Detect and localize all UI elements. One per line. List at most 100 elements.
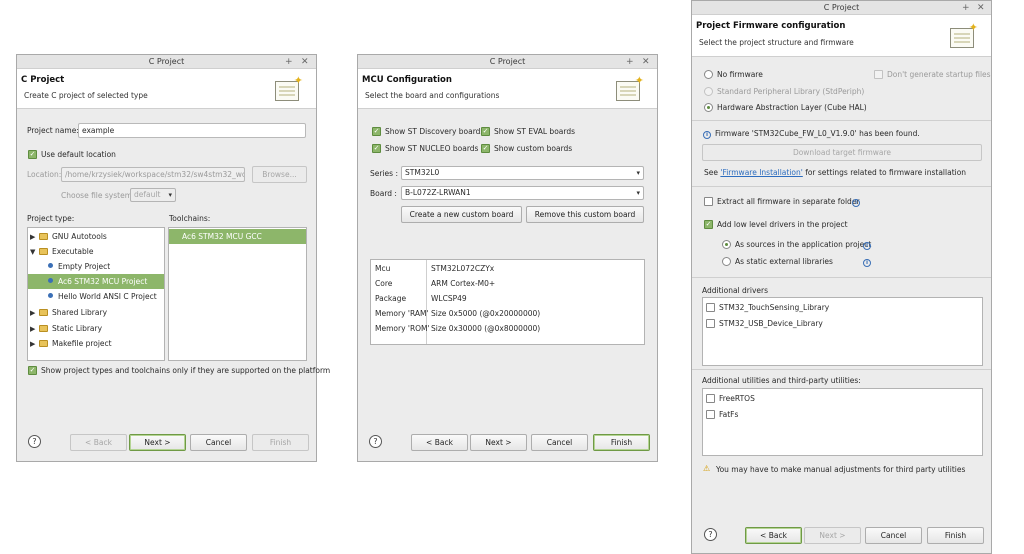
as-sources-radio[interactable] <box>722 240 731 249</box>
browse-button[interactable]: Browse... <box>252 166 307 183</box>
utility-checkbox[interactable] <box>706 394 715 403</box>
driver-checkbox[interactable] <box>706 303 715 312</box>
toolchains-list[interactable]: Ac6 STM32 MCU GCC <box>168 227 307 361</box>
dialog-titlebar: C Project <box>692 1 991 15</box>
show-custom-boards-checkbox[interactable]: ✓ <box>481 144 490 153</box>
additional-drivers-list[interactable]: STM32_TouchSensing_Library STM32_USB_Dev… <box>702 297 983 366</box>
show-st-nucleo-label: Show ST NUCLEO boards <box>385 144 479 153</box>
next-button[interactable]: Next > <box>470 434 527 451</box>
info-icon: i <box>863 257 871 267</box>
utility-label: FatFs <box>719 410 739 419</box>
pin-icon[interactable]: + <box>285 55 293 69</box>
cube-hal-radio[interactable] <box>704 103 713 112</box>
show-st-discovery-label: Show ST Discovery boards <box>385 127 485 136</box>
tree-item-hello-world-ansi-c[interactable]: Hello World ANSI C Project <box>28 289 164 304</box>
stdperiph-label: Standard Peripheral Library (StdPeriph) <box>717 87 865 96</box>
tree-item-shared-library[interactable]: ▶ Shared Library <box>28 305 164 320</box>
back-button[interactable]: < Back <box>411 434 468 451</box>
tree-item-executable[interactable]: ▼ Executable <box>28 244 164 259</box>
chevron-right-icon[interactable]: ▶ <box>30 337 39 352</box>
series-value: STM32L0 <box>405 168 440 177</box>
show-custom-boards-label: Show custom boards <box>494 144 573 153</box>
project-name-input[interactable]: example <box>78 123 306 138</box>
help-icon[interactable]: ? <box>704 528 717 541</box>
next-button[interactable]: Next > <box>804 527 861 544</box>
warning-icon: ⚠ <box>703 464 711 473</box>
board-value: B-L072Z-LRWAN1 <box>405 188 471 197</box>
cancel-button[interactable]: Cancel <box>531 434 588 451</box>
show-st-nucleo-checkbox[interactable]: ✓ <box>372 144 381 153</box>
show-supported-label: Show project types and toolchains only i… <box>41 366 331 375</box>
dont-generate-startup-checkbox[interactable] <box>874 70 883 79</box>
pin-icon[interactable]: + <box>626 55 634 69</box>
show-supported-checkbox[interactable]: ✓ <box>28 366 37 375</box>
close-icon[interactable]: ✕ <box>977 1 985 15</box>
create-custom-board-button[interactable]: Create a new custom board <box>401 206 522 223</box>
project-type-label: Project type: <box>27 214 75 223</box>
wizard-banner-icon: ✦ <box>614 75 644 103</box>
finish-button[interactable]: Finish <box>252 434 309 451</box>
stdperiph-radio[interactable] <box>704 87 713 96</box>
help-icon[interactable]: ? <box>369 435 382 448</box>
project-template-icon <box>48 263 53 268</box>
chevron-down-icon[interactable]: ▼ <box>30 245 39 260</box>
mcu-info-row: Package WLCSP49 <box>375 294 467 303</box>
toolchain-item[interactable]: Ac6 STM32 MCU GCC <box>169 229 306 244</box>
chevron-down-icon: ▾ <box>636 189 640 197</box>
close-icon[interactable]: ✕ <box>301 55 309 69</box>
wizard-header: C Project Create C project of selected t… <box>17 69 316 109</box>
cancel-button[interactable]: Cancel <box>865 527 922 544</box>
utilities-label: Additional utilities and third-party uti… <box>702 376 861 385</box>
help-icon[interactable]: ? <box>28 435 41 448</box>
tree-item-gnu-autotools[interactable]: ▶ GNU Autotools <box>28 229 164 244</box>
tree-item-empty-project[interactable]: Empty Project <box>28 259 164 274</box>
chevron-right-icon[interactable]: ▶ <box>30 306 39 321</box>
toolchains-label: Toolchains: <box>169 214 211 223</box>
extract-firmware-checkbox[interactable] <box>704 197 713 206</box>
firmware-installation-link[interactable]: 'Firmware Installation' <box>720 168 802 177</box>
project-template-icon <box>48 278 53 283</box>
utilities-list[interactable]: FreeRTOS FatFs <box>702 388 983 456</box>
series-select[interactable]: STM32L0 ▾ <box>401 166 644 180</box>
driver-checkbox[interactable] <box>706 319 715 328</box>
divider <box>692 120 991 121</box>
utility-checkbox[interactable] <box>706 410 715 419</box>
firmware-installation-hint: See 'Firmware Installation' for settings… <box>704 168 967 177</box>
mcu-info-row: Memory 'RAM' Size 0x5000 (@0x20000000) <box>375 309 541 318</box>
as-static-radio[interactable] <box>722 257 731 266</box>
back-button[interactable]: < Back <box>745 527 802 544</box>
back-button[interactable]: < Back <box>70 434 127 451</box>
wizard-header: MCU Configuration Select the board and c… <box>358 69 657 109</box>
chevron-right-icon[interactable]: ▶ <box>30 322 39 337</box>
add-ll-drivers-label: Add low level drivers in the project <box>717 220 848 229</box>
remove-custom-board-button[interactable]: Remove this custom board <box>526 206 644 223</box>
use-default-location-checkbox[interactable]: ✓ <box>28 150 37 159</box>
finish-button[interactable]: Finish <box>593 434 650 451</box>
tree-item-static-library[interactable]: ▶ Static Library <box>28 321 164 336</box>
board-select[interactable]: B-L072Z-LRWAN1 ▾ <box>401 186 644 200</box>
header-title: Project Firmware configuration <box>696 21 846 31</box>
download-firmware-button[interactable]: Download target firmware <box>702 144 982 161</box>
folder-icon <box>39 309 48 316</box>
show-st-discovery-checkbox[interactable]: ✓ <box>372 127 381 136</box>
header-title: MCU Configuration <box>362 75 452 85</box>
chevron-right-icon[interactable]: ▶ <box>30 230 39 245</box>
project-type-tree[interactable]: ▶ GNU Autotools ▼ Executable Empty Project… <box>27 227 165 361</box>
location-input[interactable]: /home/krzysiek/workspace/stm32/sw4stm32_… <box>61 167 245 182</box>
finish-button[interactable]: Finish <box>927 527 984 544</box>
tree-item-makefile-project[interactable]: ▶ Makefile project <box>28 336 164 351</box>
close-icon[interactable]: ✕ <box>642 55 650 69</box>
no-firmware-radio[interactable] <box>704 70 713 79</box>
add-ll-drivers-checkbox[interactable]: ✓ <box>704 220 713 229</box>
next-button[interactable]: Next > <box>129 434 186 451</box>
location-label: Location: <box>27 170 62 179</box>
pin-icon[interactable]: + <box>962 1 970 15</box>
dialog-titlebar: C Project <box>358 55 657 69</box>
divider <box>692 369 991 370</box>
dont-generate-startup-label: Don't generate startup files <box>887 70 991 79</box>
cancel-button[interactable]: Cancel <box>190 434 247 451</box>
show-st-eval-checkbox[interactable]: ✓ <box>481 127 490 136</box>
tree-item-ac6-stm32-mcu-project[interactable]: Ac6 STM32 MCU Project <box>28 274 164 289</box>
folder-icon <box>39 325 48 332</box>
file-system-select[interactable]: default ▾ <box>130 188 176 202</box>
